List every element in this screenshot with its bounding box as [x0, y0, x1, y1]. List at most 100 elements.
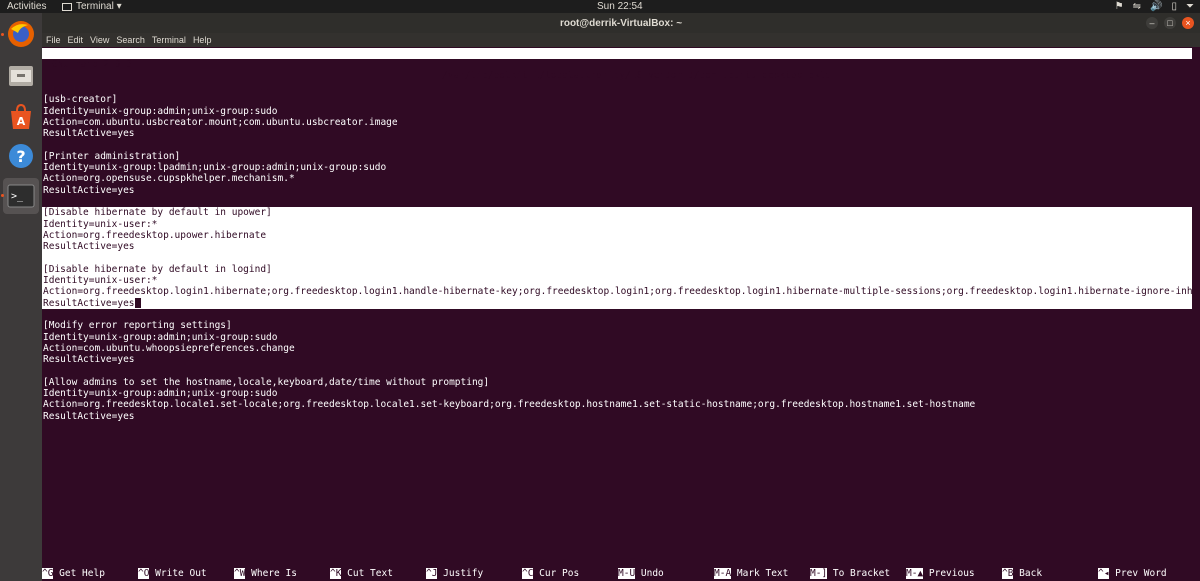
shortcut-item[interactable]: M-U Undo	[618, 568, 664, 579]
clock[interactable]: Sun 22:54	[597, 0, 643, 13]
nano-header: GNU nano 2.9.3 /var/lib/polkit-1/localau…	[42, 48, 1192, 81]
editor-line-text: [Disable hibernate by default in upower]	[43, 207, 272, 219]
shortcut-label: Undo	[635, 568, 664, 579]
editor-line[interactable]: Identity=unix-group:admin;unix-group:sud…	[42, 388, 1192, 399]
terminal-icon[interactable]: >_	[3, 178, 39, 214]
editor-line[interactable]: [Disable hibernate by default in logind]	[42, 263, 1192, 276]
editor-line-text: ResultActive=yes	[43, 297, 135, 309]
system-tray[interactable]: ⚑ ⇋ 🔊 ▯ ⏷	[1115, 0, 1194, 13]
shortcut-key: ^G	[42, 568, 54, 579]
shortcut-label: Back	[1013, 568, 1043, 579]
shortcut-item[interactable]: M-▲ Previous	[906, 568, 975, 579]
editor-line[interactable]	[42, 365, 1192, 376]
editor-line[interactable]: ResultActive=yes	[42, 354, 1192, 365]
editor-line[interactable]: ResultActive=yes	[42, 241, 1192, 253]
shortcut-item[interactable]: ^G Get Help	[42, 568, 105, 579]
menu-terminal[interactable]: Terminal	[149, 33, 189, 47]
editor-line-text: Action=org.freedesktop.upower.hibernate	[43, 229, 267, 241]
menu-search[interactable]: Search	[113, 33, 148, 47]
svg-text:?: ?	[16, 147, 25, 166]
editor-line-text: [Allow admins to set the hostname,locale…	[43, 376, 490, 388]
shortcut-key: ^K	[330, 568, 342, 579]
shortcut-key: ^◂	[1098, 568, 1110, 579]
shortcut-key: M-U	[618, 568, 636, 579]
editor-line[interactable]: [Modify error reporting settings]	[42, 320, 1192, 331]
editor-line[interactable]: Action=org.freedesktop.login1.hibernate;…	[42, 286, 1192, 298]
editor-line[interactable]: Identity=unix-user:*	[42, 218, 1192, 230]
svg-text:>_: >_	[11, 191, 24, 202]
terminal-small-icon	[62, 2, 72, 11]
editor-line-text: ResultActive=yes	[43, 410, 135, 422]
shortcut-item[interactable]: ^W Where Is	[234, 568, 297, 579]
shortcut-item[interactable]: ^C Cur Pos	[522, 568, 579, 579]
maximize-icon[interactable]: □	[1164, 17, 1176, 29]
editor-line[interactable]: [usb-creator]	[42, 94, 1192, 105]
shortcut-label: Cut Text	[341, 568, 393, 579]
minimize-icon[interactable]: –	[1146, 17, 1158, 29]
shortcut-label: Mark Text	[731, 568, 789, 579]
editor-line[interactable]: [Printer administration]	[42, 151, 1192, 162]
editor-line-text: Identity=unix-group:admin;unix-group:sud…	[43, 331, 278, 343]
editor-line-text: ResultActive=yes	[43, 128, 135, 140]
shortcut-item[interactable]: ^O Write Out	[138, 568, 207, 579]
editor-line[interactable]	[42, 196, 1192, 207]
editor-line[interactable]: Action=org.opensuse.cupspkhelper.mechani…	[42, 173, 1192, 184]
editor-line-text: Action=org.opensuse.cupspkhelper.mechani…	[43, 173, 295, 185]
shortcut-item[interactable]: ^◂ Prev Word	[1098, 568, 1167, 579]
software-center-icon[interactable]: A	[6, 102, 36, 132]
shortcut-label: Previous	[923, 568, 975, 579]
editor-line[interactable]	[42, 252, 1192, 264]
accessibility-icon[interactable]: ⚑	[1115, 0, 1124, 13]
menu-file[interactable]: File	[43, 33, 64, 47]
editor-line[interactable]	[42, 83, 1192, 94]
shortcut-item[interactable]: ^K Cut Text	[330, 568, 393, 579]
activities-button[interactable]: Activities	[7, 0, 46, 13]
dock: A ? >_	[0, 13, 42, 581]
editor-line[interactable]: [Allow admins to set the hostname,locale…	[42, 377, 1192, 388]
shortcut-key: M-]	[810, 568, 828, 579]
editor-line[interactable]: Identity=unix-group:lpadmin;unix-group:a…	[42, 162, 1192, 173]
menu-edit[interactable]: Edit	[65, 33, 87, 47]
firefox-icon[interactable]	[6, 19, 36, 49]
editor-line[interactable]: ResultActive=yes	[42, 297, 1192, 309]
files-icon[interactable]	[6, 60, 36, 90]
help-icon[interactable]: ?	[6, 141, 36, 171]
window-titlebar[interactable]: root@derrik-VirtualBox: ~ – □ ×	[42, 13, 1200, 33]
shortcut-item[interactable]: M-A Mark Text	[714, 568, 788, 579]
network-icon[interactable]: ⇋	[1133, 0, 1141, 13]
editor-line[interactable]: ResultActive=yes	[42, 128, 1192, 139]
editor-line[interactable]: Identity=unix-group:admin;unix-group:sud…	[42, 332, 1192, 343]
menu-help[interactable]: Help	[190, 33, 215, 47]
terminal-area[interactable]: GNU nano 2.9.3 /var/lib/polkit-1/localau…	[42, 47, 1200, 581]
editor-line[interactable]: Action=org.freedesktop.locale1.set-local…	[42, 399, 1192, 410]
text-cursor	[134, 298, 141, 309]
shortcut-item[interactable]: ^B Back	[1002, 568, 1042, 579]
shortcut-item[interactable]: ^J Justify	[426, 568, 483, 579]
editor-line[interactable]: Identity=unix-group:admin;unix-group:sud…	[42, 106, 1192, 117]
editor-line-text: Action=com.ubuntu.usbcreator.mount;com.u…	[43, 116, 398, 128]
shortcut-key: ^O	[138, 568, 150, 579]
editor-line[interactable]: Action=com.ubuntu.usbcreator.mount;com.u…	[42, 117, 1192, 128]
shortcut-key: ^B	[1002, 568, 1014, 579]
close-icon[interactable]: ×	[1182, 17, 1194, 29]
volume-icon[interactable]: 🔊	[1150, 0, 1162, 13]
app-menu[interactable]: Terminal ▾	[62, 0, 122, 13]
battery-icon[interactable]: ▯	[1171, 0, 1177, 13]
power-icon[interactable]: ⏷	[1186, 0, 1194, 13]
editor-line[interactable]: Action=org.freedesktop.upower.hibernate	[42, 229, 1192, 242]
shortcut-item[interactable]: M-] To Bracket	[810, 568, 890, 579]
shortcut-key: ^J	[426, 568, 438, 579]
editor-line[interactable]: [Disable hibernate by default in upower]	[42, 207, 1192, 219]
shortcut-label: Cur Pos	[533, 568, 580, 579]
shortcut-label: Write Out	[149, 568, 207, 579]
editor-line[interactable]	[42, 309, 1192, 320]
shortcut-key: ^C	[522, 568, 534, 579]
editor-line-text: Action=org.freedesktop.login1.hibernate;…	[43, 286, 1192, 298]
editor-line[interactable]: Action=com.ubuntu.whoopsiepreferences.ch…	[42, 343, 1192, 354]
menu-view[interactable]: View	[87, 33, 112, 47]
editor-buffer[interactable]: [usb-creator] Identity=unix-group:admin;u…	[42, 83, 1192, 422]
editor-line[interactable]	[42, 139, 1192, 150]
editor-line[interactable]: ResultActive=yes	[42, 185, 1192, 196]
editor-line[interactable]: ResultActive=yes	[42, 411, 1192, 422]
editor-line[interactable]: Identity=unix-user:*	[42, 275, 1192, 287]
